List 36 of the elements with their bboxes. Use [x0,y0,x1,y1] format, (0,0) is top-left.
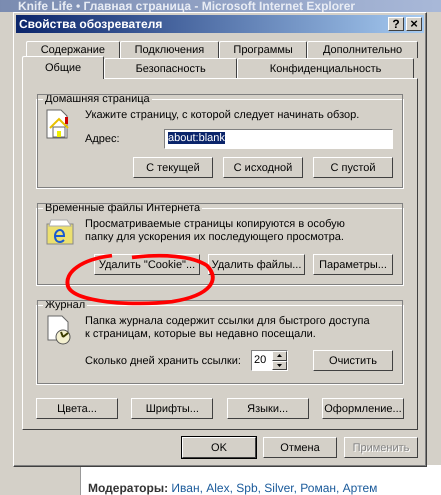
up-arrow-icon [276,354,282,358]
window-title: Свойства обозревателя [19,17,164,31]
group-title: Журнал [44,299,86,311]
days-label: Сколько дней хранить ссылки: [85,354,241,366]
appearance-button[interactable]: Оформление... [322,398,404,419]
tab[interactable]: Дополнительно [307,41,418,58]
appearance-button[interactable]: Цвета... [36,398,118,419]
folder-globe-icon [45,218,75,246]
temp-files-button[interactable]: Параметры... [313,254,393,275]
tab[interactable]: Конфиденциальность [237,58,414,78]
appearance-button[interactable]: Шрифты... [131,398,214,419]
group-title: Временные файлы Интернета [44,202,202,214]
moderators-text: Модераторы: Иван, Alex, Spb, Silver, Роман, Артем [88,481,378,495]
close-button[interactable]: × [406,17,422,31]
description-text: Просматриваемые страницы копируются в особую папку для ускорения их последующего просмотра. [85,218,346,245]
days-spinner[interactable]: 20 [250,350,288,371]
temp-files-button[interactable]: Удалить файлы... [208,254,305,275]
down-arrow-icon [276,364,282,367]
tab[interactable]: Содержание [26,41,120,58]
description-text: Папка журнала содержит ссылки для быстрого доступа к страницам, которые вы недавно посещали. [85,315,371,341]
tab[interactable]: Подключения [120,41,220,58]
tab[interactable]: Общие [22,56,104,79]
home-page-button[interactable]: С текущей [133,157,213,178]
home-page-button[interactable]: С исходной [223,157,303,178]
group-title: Домашняя страница [44,93,151,105]
address-label: Адрес: [85,133,120,145]
clear-button[interactable]: Очистить [313,350,393,371]
help-button[interactable]: ? [388,17,404,31]
dialog-button[interactable]: OK [182,437,256,458]
tab[interactable]: Безопасность [104,58,238,78]
description-text: Укажите страницу, с которой следует начинать обзор. [85,109,360,122]
home-page-button[interactable]: С пустой [313,157,393,178]
appearance-button[interactable]: Языки... [226,398,309,419]
tab[interactable]: Программы [219,41,308,58]
dialog-button[interactable]: Отмена [263,437,337,458]
address-field[interactable]: about:blank [164,129,393,149]
